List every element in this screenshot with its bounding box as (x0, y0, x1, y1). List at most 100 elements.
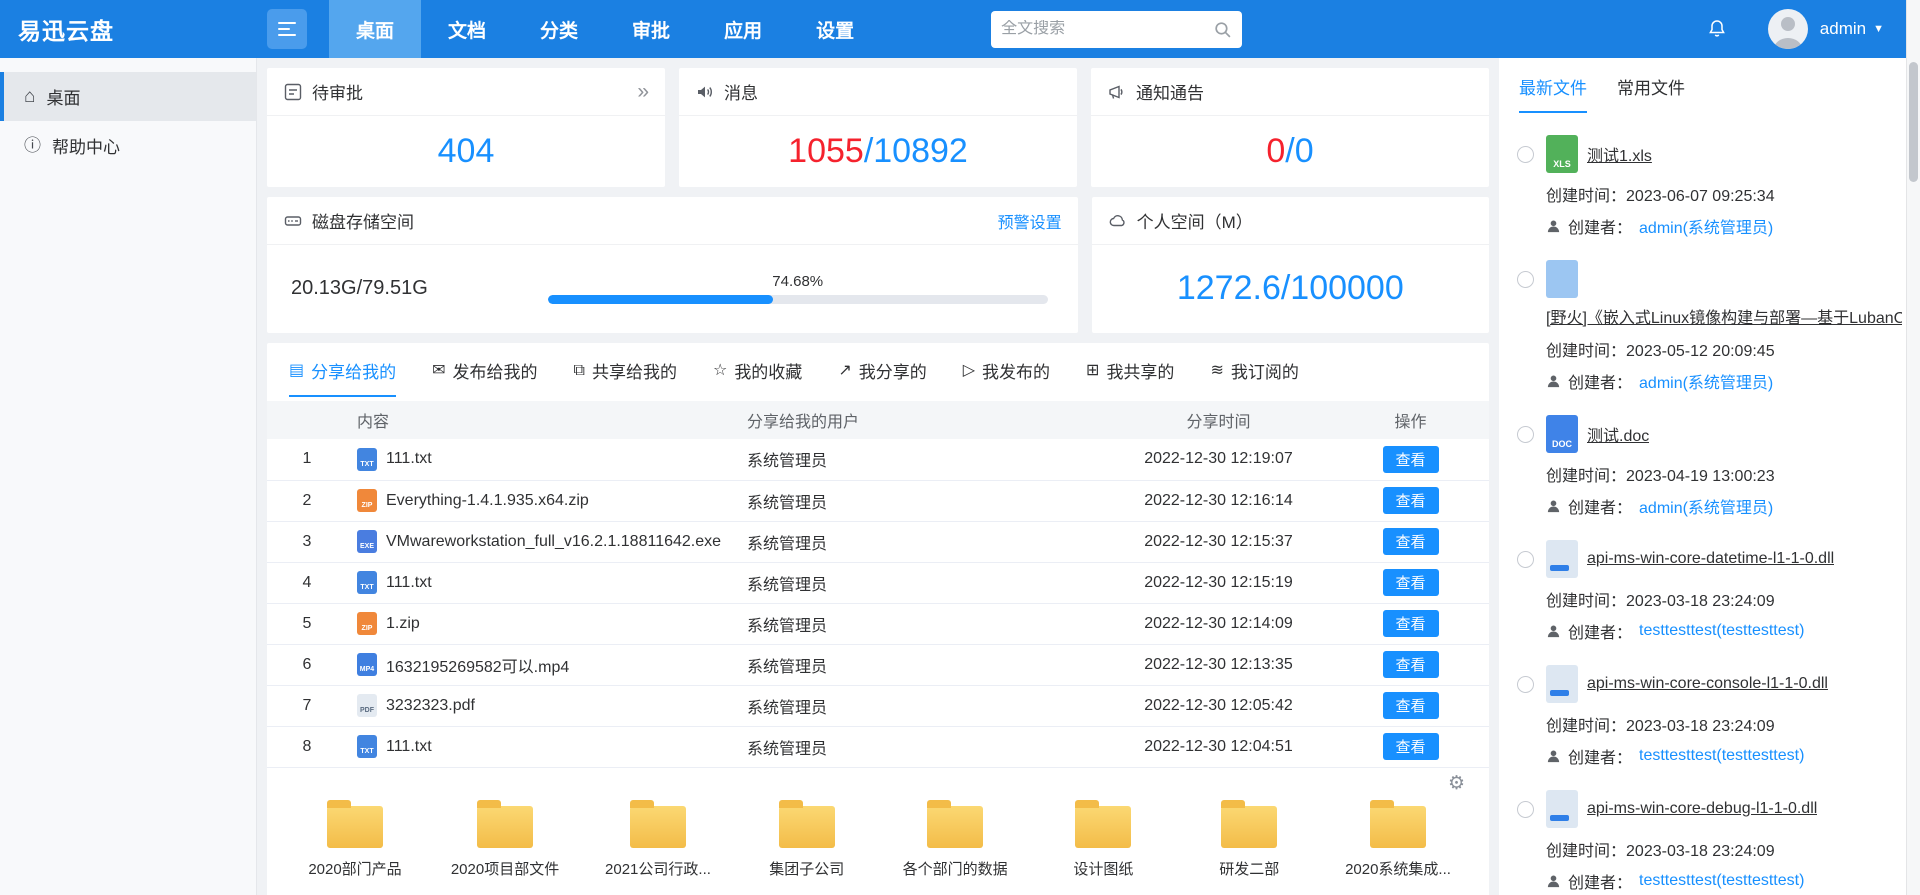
folder-item[interactable]: 2021公司行政... (605, 806, 711, 879)
personal-space-value[interactable]: 1272.6/100000 (1177, 269, 1404, 308)
share-tab[interactable]: ↗ 我分享的 (838, 358, 926, 397)
notices-card: 通知通告 0/0 (1091, 68, 1489, 187)
creator-link[interactable]: testtesttest(testtesttest) (1639, 872, 1804, 890)
view-button[interactable]: 查看 (1383, 733, 1439, 760)
hamburger-icon (278, 22, 296, 36)
notices-total[interactable]: /0 (1285, 132, 1313, 171)
gear-icon[interactable] (1448, 774, 1465, 793)
file-name[interactable]: 111.txt (386, 450, 432, 468)
creator-link[interactable]: testtesttest(testtesttest) (1639, 747, 1804, 765)
table-row[interactable]: 5 zip 1.zip 系统管理员 2022-12-30 12:14:09 查看 (267, 603, 1489, 644)
radio-circle[interactable] (1517, 271, 1534, 288)
file-name[interactable]: 1632195269582可以.mp4 (386, 653, 569, 677)
table-row[interactable]: 4 txt 111.txt 系统管理员 2022-12-30 12:15:19 … (267, 562, 1489, 603)
sidebar: 桌面 帮助中心 (0, 58, 257, 895)
right-panel-tab[interactable]: 常用文件 (1617, 74, 1685, 113)
share-tab[interactable]: ▤ 分享给我的 (289, 358, 396, 397)
creator-link[interactable]: admin(系统管理员) (1639, 369, 1773, 393)
file-list-item[interactable]: file [野火]《嵌入式Linux镜像构建与部署—基于LubanCat- 创建… (1513, 248, 1906, 403)
file-link[interactable]: 测试1.xls (1587, 142, 1652, 166)
file-name[interactable]: Everything-1.4.1.935.x64.zip (386, 492, 589, 510)
folder-item[interactable]: 集团子公司 (757, 806, 857, 879)
table-row[interactable]: 2 zip Everything-1.4.1.935.x64.zip 系统管理员… (267, 480, 1489, 521)
file-list-item[interactable]: dll api-ms-win-core-debug-l1-1-0.dll 创建时… (1513, 778, 1906, 895)
top-nav-item[interactable]: 分类 (513, 0, 605, 58)
folder-item[interactable]: 设计图纸 (1053, 806, 1153, 879)
notices-unread[interactable]: 0 (1266, 132, 1285, 171)
view-button[interactable]: 查看 (1383, 487, 1439, 514)
scrollbar-thumb[interactable] (1909, 62, 1918, 182)
folder-item[interactable]: 2020部门产品 (305, 806, 405, 879)
file-list-item[interactable]: xls 测试1.xls 创建时间：2023-06-07 09:25:34 创建者… (1513, 123, 1906, 248)
folder-item[interactable]: 2020系统集成... (1345, 806, 1451, 879)
file-list-item[interactable]: dll api-ms-win-core-datetime-l1-1-0.dll … (1513, 528, 1906, 653)
table-row[interactable]: 1 txt 111.txt 系统管理员 2022-12-30 12:19:07 … (267, 439, 1489, 480)
share-tab[interactable]: ⧉ 共享给我的 (574, 358, 677, 397)
table-row[interactable]: 6 mp4 1632195269582可以.mp4 系统管理员 2022-12-… (267, 644, 1489, 685)
top-nav-item[interactable]: 文档 (421, 0, 513, 58)
creator-link[interactable]: testtesttest(testtesttest) (1639, 622, 1804, 640)
notifications-bell-icon[interactable] (1706, 18, 1728, 40)
search-input[interactable] (1001, 20, 1213, 38)
file-name[interactable]: 111.txt (386, 738, 432, 756)
avatar[interactable] (1768, 9, 1808, 49)
file-name[interactable]: 1.zip (386, 615, 420, 633)
share-tab[interactable]: ☆ 我的收藏 (713, 358, 802, 397)
view-button[interactable]: 查看 (1383, 692, 1439, 719)
file-link[interactable]: 测试.doc (1587, 422, 1649, 446)
storage-warning-settings-link[interactable]: 预警设置 (998, 209, 1062, 233)
table-row[interactable]: 3 exe VMwareworkstation_full_v16.2.1.188… (267, 521, 1489, 562)
folder-item[interactable]: 各个部门的数据 (903, 806, 1008, 879)
file-name[interactable]: 111.txt (386, 574, 432, 592)
search-icon[interactable] (1213, 20, 1232, 39)
file-name[interactable]: VMwareworkstation_full_v16.2.1.18811642.… (386, 533, 721, 551)
share-tab-icon: ⊞ (1086, 363, 1099, 379)
radio-circle[interactable] (1517, 146, 1534, 163)
radio-circle[interactable] (1517, 551, 1534, 568)
radio-circle[interactable] (1517, 801, 1534, 818)
view-button[interactable]: 查看 (1383, 528, 1439, 555)
top-nav-item[interactable]: 桌面 (329, 0, 421, 58)
file-link[interactable]: api-ms-win-core-datetime-l1-1-0.dll (1587, 550, 1834, 568)
sidebar-toggle-button[interactable] (267, 9, 307, 49)
top-nav-item[interactable]: 设置 (789, 0, 881, 58)
radio-circle[interactable] (1517, 676, 1534, 693)
share-user: 系统管理员 (737, 439, 1105, 480)
table-row[interactable]: 8 txt 111.txt 系统管理员 2022-12-30 12:04:51 … (267, 726, 1489, 767)
app-logo: 易迅云盘 (0, 12, 257, 46)
share-tab[interactable]: ≋ 我订阅的 (1210, 358, 1298, 397)
share-tab[interactable]: ⊞ 我共享的 (1086, 358, 1174, 397)
radio-circle[interactable] (1517, 426, 1534, 443)
file-link[interactable]: api-ms-win-core-console-l1-1-0.dll (1587, 675, 1828, 693)
view-button[interactable]: 查看 (1383, 610, 1439, 637)
share-tab[interactable]: ▷ 我发布的 (963, 358, 1050, 397)
right-panel-tab[interactable]: 最新文件 (1519, 74, 1587, 113)
file-list-item[interactable]: doc 测试.doc 创建时间：2023-04-19 13:00:23 创建者：… (1513, 403, 1906, 528)
share-tab-label: 我的收藏 (734, 358, 802, 383)
scrollbar[interactable] (1906, 0, 1920, 895)
view-button[interactable]: 查看 (1383, 569, 1439, 596)
creator-link[interactable]: admin(系统管理员) (1639, 494, 1773, 518)
double-chevron-icon[interactable] (637, 81, 649, 102)
messages-unread[interactable]: 1055 (788, 132, 864, 171)
messages-total[interactable]: /10892 (864, 132, 968, 171)
table-row[interactable]: 7 pdf 3232323.pdf 系统管理员 2022-12-30 12:05… (267, 685, 1489, 726)
file-link[interactable]: api-ms-win-core-debug-l1-1-0.dll (1587, 800, 1817, 818)
sidebar-item[interactable]: 桌面 (0, 72, 256, 121)
username[interactable]: admin (1820, 19, 1866, 39)
creator-link[interactable]: admin(系统管理员) (1639, 214, 1773, 238)
top-nav-item[interactable]: 应用 (697, 0, 789, 58)
file-created-time: 创建时间：2023-04-19 13:00:23 (1546, 462, 1902, 486)
view-button[interactable]: 查看 (1383, 446, 1439, 473)
file-name[interactable]: 3232323.pdf (386, 697, 475, 715)
folder-item[interactable]: 研发二部 (1199, 806, 1299, 879)
share-tab[interactable]: ✉ 发布给我的 (432, 358, 537, 397)
pending-count[interactable]: 404 (438, 132, 495, 171)
sidebar-item[interactable]: 帮助中心 (0, 121, 256, 170)
folder-item[interactable]: 2020项目部文件 (451, 806, 559, 879)
top-nav-item[interactable]: 审批 (605, 0, 697, 58)
view-button[interactable]: 查看 (1383, 651, 1439, 678)
chevron-down-icon[interactable] (1873, 23, 1884, 35)
file-list-item[interactable]: dll api-ms-win-core-console-l1-1-0.dll 创… (1513, 653, 1906, 778)
file-link[interactable]: [野火]《嵌入式Linux镜像构建与部署—基于LubanCat- (1546, 304, 1902, 328)
